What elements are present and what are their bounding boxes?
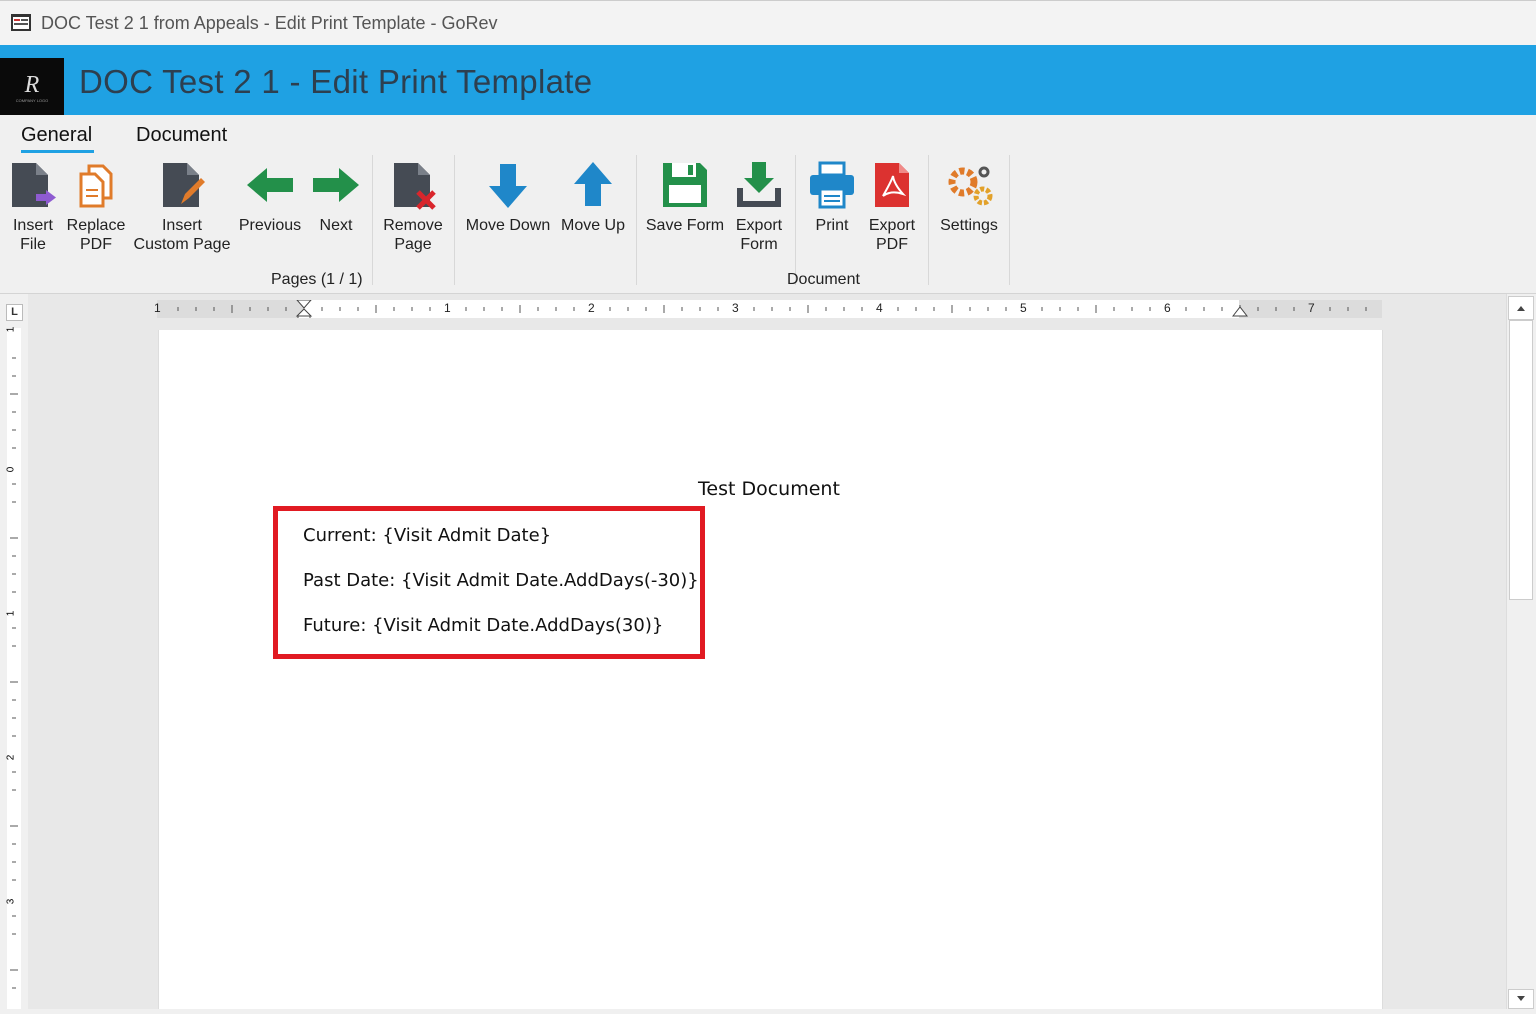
ribbon-separator [795,155,796,285]
export-form-button[interactable]: Export Form [732,160,786,254]
vertical-ruler-strip: 1 0 1 2 3 [5,326,21,1009]
hruler-label: 7 [1308,301,1315,315]
ribbon-separator [454,155,455,285]
scrollbar-thumb[interactable] [1509,320,1533,600]
page-title: DOC Test 2 1 - Edit Print Template [79,63,593,100]
move-up-button[interactable]: Move Up [559,160,627,235]
ribbon: General Document Insert File Replace PDF… [0,115,1536,294]
pages-group-label: Pages (1 / 1) [271,271,363,288]
hruler-label: 6 [1164,301,1171,315]
next-button[interactable]: Next [309,160,363,235]
insert-file-button[interactable]: Insert File [6,160,60,254]
arrow-up-icon [574,162,612,206]
hruler-label: 1 [154,301,161,315]
hruler-label: 1 [444,301,451,315]
horizontal-ruler: 1 1 2 3 4 5 6 7 [154,300,1382,318]
merge-field-line-current[interactable]: Current: {Visit Admit Date} [303,525,551,546]
chevron-up-icon [1517,306,1525,311]
hruler-label: 5 [1020,301,1027,315]
replace-pdf-icon [79,164,113,208]
document-group-label: Document [787,271,860,288]
arrow-down-icon [489,164,527,208]
printer-icon [810,161,854,209]
svg-text:R: R [24,72,40,98]
insert-file-icon [12,163,56,207]
replace-pdf-button[interactable]: Replace PDF [66,160,126,254]
pdf-icon [875,163,909,207]
save-form-button[interactable]: Save Form [644,160,726,235]
remove-page-button[interactable]: Remove Page [381,160,445,254]
tab-document[interactable]: Document [136,124,227,147]
tab-stop-selector[interactable]: L [6,304,23,321]
arrow-right-icon [313,168,359,202]
insert-custom-page-icon [163,163,205,207]
tab-general[interactable]: General [21,124,95,153]
document-page[interactable]: Test Document Current: {Visit Admit Date… [158,330,1383,1009]
export-pdf-button[interactable]: Export PDF [864,160,920,254]
merge-field-line-past-date[interactable]: Past Date: {Visit Admit Date.AddDays(-30… [303,570,699,591]
company-logo: R COMPANY LOGO [0,58,64,115]
left-indent-marker[interactable] [295,300,313,318]
vruler-label: 1 [5,326,17,333]
gear-icon [948,166,993,206]
move-down-button[interactable]: Move Down [463,160,553,235]
hruler-label: 3 [732,301,739,315]
document-heading[interactable]: Test Document [698,478,840,500]
save-icon [663,163,707,207]
settings-button[interactable]: Settings [936,160,1002,235]
print-button[interactable]: Print [805,160,859,235]
vertical-ruler: L 1 0 1 2 3 [0,294,28,1009]
ribbon-separator [928,155,929,285]
remove-page-icon [394,163,436,210]
scroll-down-button[interactable] [1508,989,1534,1009]
vruler-label: 2 [5,754,17,761]
vruler-label: 1 [5,610,17,617]
arrow-left-icon [247,168,293,202]
app-header: R COMPANY LOGO DOC Test 2 1 - Edit Print… [0,45,1536,115]
hruler-label: 2 [588,301,595,315]
ribbon-separator [1009,155,1010,285]
vruler-label: 3 [5,898,17,905]
svg-text:COMPANY LOGO: COMPANY LOGO [16,98,49,103]
scroll-up-button[interactable] [1508,296,1534,320]
window-title: DOC Test 2 1 from Appeals - Edit Print T… [41,13,498,33]
merge-field-line-future[interactable]: Future: {Visit Admit Date.AddDays(30)} [303,615,663,636]
vertical-scrollbar[interactable] [1506,294,1536,1009]
right-indent-marker[interactable] [1231,306,1249,317]
window-titlebar: DOC Test 2 1 from Appeals - Edit Print T… [0,0,1536,45]
hruler-label: 4 [876,301,883,315]
insert-custom-page-button[interactable]: Insert Custom Page [132,160,232,254]
chevron-down-icon [1517,996,1525,1001]
app-icon [11,14,31,31]
ribbon-separator [636,155,637,285]
export-form-icon [737,162,781,207]
vruler-label: 0 [5,466,17,473]
ribbon-separator [372,155,373,285]
previous-button[interactable]: Previous [237,160,303,235]
